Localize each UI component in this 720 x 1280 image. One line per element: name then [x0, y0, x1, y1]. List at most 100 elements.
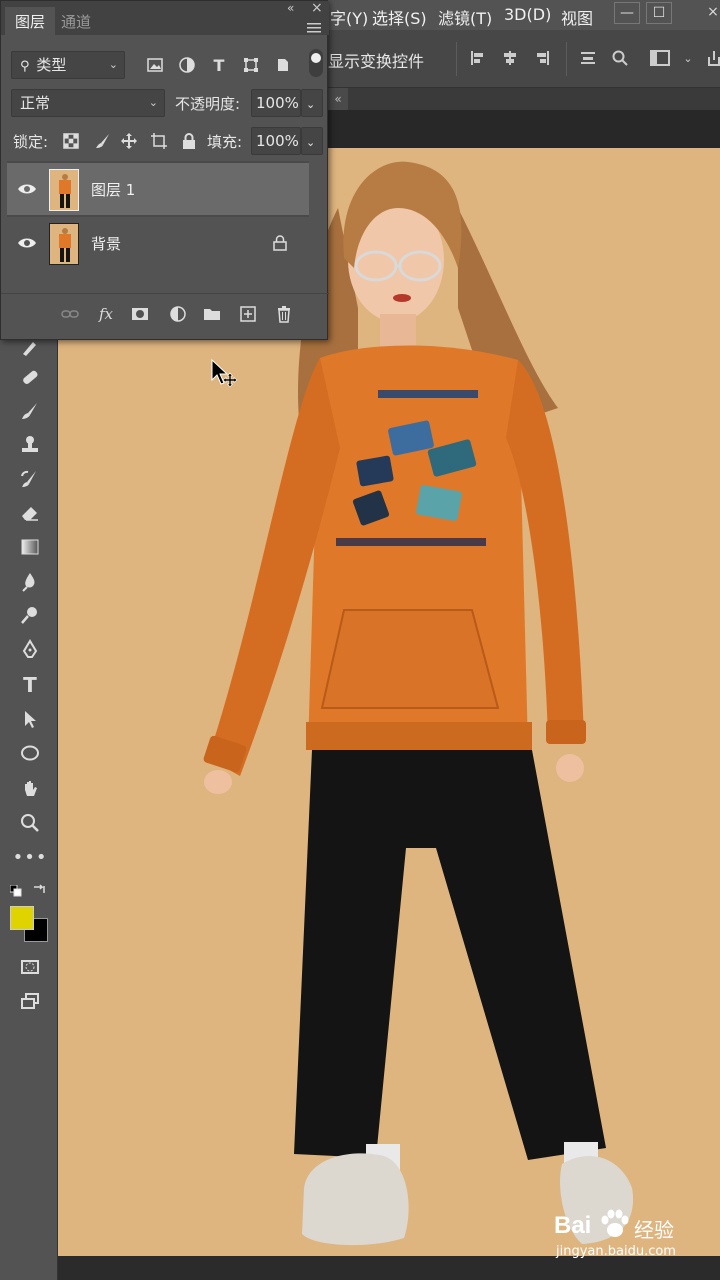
panel-header: 图层 通道 « × [1, 0, 329, 35]
eraser-icon[interactable] [14, 498, 46, 528]
filter-kind-value: 类型 [36, 56, 67, 74]
align-center-icon[interactable] [500, 49, 520, 69]
layer-thumbnail [49, 169, 79, 211]
fill-value: 100% [256, 132, 299, 150]
zoom-icon[interactable] [14, 808, 46, 838]
align-left-icon[interactable] [468, 49, 488, 69]
history-brush-icon[interactable] [14, 464, 46, 494]
menu-3d[interactable]: 3D(D) [504, 5, 551, 24]
link-layers-icon[interactable] [59, 303, 81, 325]
menu-filter[interactable]: 滤镜(T) [438, 5, 492, 29]
visibility-eye-icon[interactable] [17, 233, 37, 253]
fill-slider-button[interactable]: ⌄ [301, 127, 323, 155]
lock-icon [273, 235, 287, 251]
folder-icon[interactable] [201, 303, 223, 325]
opacity-label: 不透明度: [175, 95, 241, 113]
menu-type[interactable]: 字(Y) [330, 5, 368, 29]
align-right-icon[interactable] [532, 49, 552, 69]
divider [456, 42, 457, 76]
tab-channels[interactable]: 通道 [61, 11, 91, 32]
layer-row-background[interactable]: 背景 [7, 217, 309, 269]
divider [1, 293, 329, 294]
opacity-value: 100% [256, 94, 299, 112]
foreground-color-swatch[interactable] [10, 906, 34, 930]
path-selection-icon[interactable] [14, 704, 46, 734]
trash-icon[interactable] [273, 303, 295, 325]
photoshop-window: 字(Y) 选择(S) 滤镜(T) 3D(D) 视图 — ☐ × 显示变换控件 ⌄… [0, 0, 720, 1280]
blur-icon[interactable] [14, 566, 46, 596]
pen-icon[interactable] [14, 634, 46, 664]
add-mask-icon[interactable] [129, 303, 151, 325]
chevron-down-icon: ⌄ [306, 136, 316, 149]
panel-menu-icon[interactable] [307, 19, 321, 33]
lock-position-icon[interactable] [119, 131, 139, 151]
type-icon[interactable]: T [14, 670, 46, 700]
watermark-url: jingyan.baidu.com [556, 1244, 676, 1259]
lock-artboard-icon[interactable] [149, 131, 169, 151]
baidu-jingyan-watermark: Bai 经验 jingyan.baidu.com [554, 1208, 694, 1268]
chevron-down-icon: ⌄ [108, 58, 118, 71]
maximize-icon[interactable]: ☐ [646, 2, 672, 24]
adjustment-layer-icon[interactable] [167, 303, 189, 325]
tab-layers[interactable]: 图层 [15, 11, 45, 32]
tab-close-icon[interactable]: « [328, 88, 348, 110]
visibility-eye-icon[interactable] [17, 179, 37, 199]
share-icon[interactable] [704, 49, 720, 69]
fill-label: 填充: [207, 133, 243, 151]
blend-mode-value: 正常 [20, 94, 51, 112]
filter-toggle[interactable] [309, 49, 323, 77]
menu-view[interactable]: 视图 [561, 5, 593, 29]
default-colors-icon[interactable] [9, 882, 22, 897]
layer-name: 背景 [91, 235, 122, 253]
watermark-brand: Bai [554, 1212, 592, 1239]
lock-transparent-icon[interactable] [61, 131, 81, 151]
minimize-icon[interactable]: — [614, 2, 640, 24]
filter-kind-dropdown[interactable]: ⚲ 类型 ⌄ [11, 51, 125, 79]
chevron-down-icon: ⌄ [148, 96, 158, 109]
distribute-icon[interactable] [578, 49, 598, 69]
screen-mode-icon[interactable] [14, 986, 46, 1016]
opacity-input[interactable]: 100% [251, 89, 301, 117]
layers-panel: 图层 通道 « × ⚲ 类型 ⌄ T 正常 ⌄ 不透明度: 100% ⌄ 锁定:… [0, 0, 329, 340]
healing-brush-icon[interactable] [14, 362, 46, 392]
paint-brush-icon[interactable] [14, 396, 46, 426]
filter-adjustment-icon[interactable] [177, 55, 197, 75]
gradient-icon[interactable] [14, 532, 46, 562]
hand-icon[interactable] [14, 774, 46, 804]
chevron-down-icon[interactable]: ⌄ [678, 49, 698, 69]
chevron-down-icon: ⌄ [306, 98, 316, 111]
search-icon: ⚲ [20, 59, 30, 74]
fill-input[interactable]: 100% [251, 127, 301, 155]
watermark-brand-cn: 经验 [634, 1218, 674, 1242]
filter-shape-icon[interactable] [241, 55, 261, 75]
dodge-icon[interactable] [14, 600, 46, 630]
filter-pixel-icon[interactable] [145, 55, 165, 75]
filter-type-icon[interactable]: T [209, 55, 229, 75]
collapse-icon[interactable]: « [287, 1, 294, 15]
toolbox: T ••• [0, 330, 58, 1280]
menu-select[interactable]: 选择(S) [372, 5, 427, 29]
layer-thumbnail [49, 223, 79, 265]
lock-pixels-icon[interactable] [93, 131, 113, 151]
close-panel-icon[interactable]: × [311, 0, 323, 16]
lock-label: 锁定: [13, 133, 49, 151]
close-window-icon[interactable]: × [700, 2, 720, 24]
move-cursor-icon [211, 358, 238, 388]
search-icon[interactable] [610, 49, 630, 69]
blend-mode-dropdown[interactable]: 正常 ⌄ [11, 89, 165, 117]
ellipse-icon[interactable] [14, 738, 46, 768]
layer-row-layer-1[interactable]: 图层 1 [7, 163, 309, 215]
workspace-icon[interactable] [650, 49, 670, 69]
filter-smart-object-icon[interactable] [273, 55, 293, 75]
layer-name: 图层 1 [91, 181, 136, 199]
lock-all-icon[interactable] [179, 131, 199, 151]
clone-stamp-icon[interactable] [14, 430, 46, 460]
divider [566, 42, 567, 76]
swap-colors-icon[interactable] [32, 882, 46, 896]
more-tools-icon[interactable]: ••• [13, 842, 47, 872]
new-layer-icon[interactable] [237, 303, 259, 325]
paw-logo-icon [601, 1209, 629, 1237]
fx-icon[interactable]: fx [95, 303, 117, 325]
opacity-slider-button[interactable]: ⌄ [301, 89, 323, 117]
quick-mask-icon[interactable] [14, 952, 46, 982]
